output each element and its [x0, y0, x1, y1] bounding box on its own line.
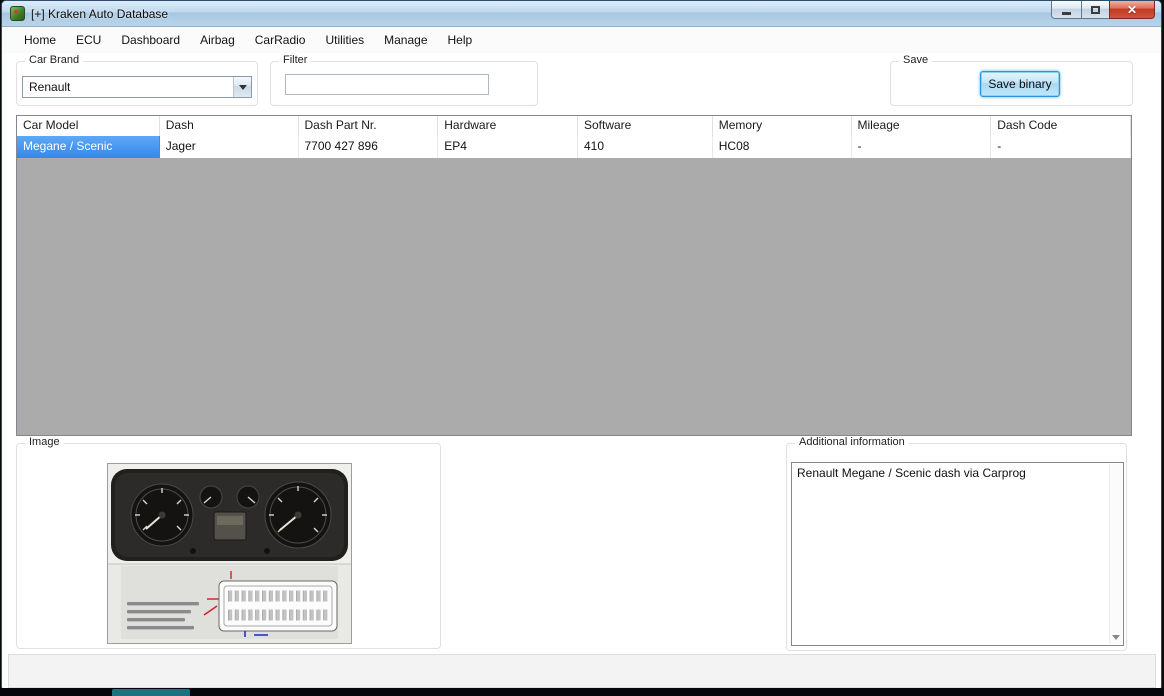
- info-groupbox: Additional information Renault Megane / …: [786, 443, 1127, 651]
- minimize-button[interactable]: [1051, 1, 1081, 19]
- image-label: Image: [25, 436, 64, 448]
- maximize-icon: [1091, 6, 1100, 14]
- column-header-mileage[interactable]: Mileage: [852, 116, 992, 136]
- app-window: [+] Kraken Auto Database ✕ Home ECU Dash…: [1, 0, 1162, 689]
- menu-item-utilities[interactable]: Utilities: [315, 29, 374, 51]
- car-brand-groupbox: Car Brand Renault: [16, 61, 258, 106]
- info-label: Additional information: [795, 436, 909, 448]
- column-header-dash[interactable]: Dash: [160, 116, 299, 136]
- combobox-dropdown-button[interactable]: [233, 77, 251, 97]
- table-header: Car Model Dash Dash Part Nr. Hardware So…: [17, 116, 1131, 136]
- menu-item-home[interactable]: Home: [14, 29, 66, 51]
- cell-software: 410: [578, 136, 713, 158]
- desktop: [+] Kraken Auto Database ✕ Home ECU Dash…: [0, 0, 1164, 696]
- column-header-dash-part-nr[interactable]: Dash Part Nr.: [299, 116, 439, 136]
- window-title: [+] Kraken Auto Database: [31, 7, 168, 21]
- cell-mileage: -: [852, 136, 992, 158]
- filter-input[interactable]: [285, 74, 489, 95]
- scrollbar-down-button[interactable]: [1111, 633, 1120, 642]
- filter-label: Filter: [279, 54, 311, 66]
- menu-item-dashboard[interactable]: Dashboard: [111, 29, 190, 51]
- info-text: Renault Megane / Scenic dash via Carprog: [792, 463, 1123, 484]
- chevron-down-icon: [1112, 635, 1120, 640]
- app-icon: [10, 6, 25, 21]
- dashboard-photo-svg: [107, 463, 352, 644]
- car-brand-value: Renault: [23, 80, 233, 94]
- cell-dash-code: -: [991, 136, 1131, 158]
- info-scrollbar[interactable]: [1109, 464, 1122, 644]
- car-brand-label: Car Brand: [25, 54, 83, 66]
- menu-item-help[interactable]: Help: [438, 29, 483, 51]
- cell-dash: Jager: [160, 136, 299, 158]
- save-groupbox: Save Save binary: [890, 61, 1133, 106]
- dashboard-photo: [107, 463, 352, 644]
- table-row[interactable]: Megane / Scenic Jager 7700 427 896 EP4 4…: [17, 136, 1131, 158]
- window-controls: ✕: [1051, 1, 1155, 19]
- status-bar: [8, 654, 1156, 688]
- column-header-software[interactable]: Software: [578, 116, 713, 136]
- close-button[interactable]: ✕: [1109, 1, 1155, 19]
- info-textbox[interactable]: Renault Megane / Scenic dash via Carprog: [791, 462, 1124, 646]
- cell-hardware: EP4: [438, 136, 578, 158]
- titlebar[interactable]: [+] Kraken Auto Database ✕: [2, 1, 1161, 27]
- chevron-down-icon: [239, 85, 247, 90]
- maximize-button[interactable]: [1081, 1, 1109, 19]
- car-table: Car Model Dash Dash Part Nr. Hardware So…: [16, 115, 1132, 436]
- image-groupbox: Image: [16, 443, 441, 649]
- cell-dash-part-nr: 7700 427 896: [299, 136, 439, 158]
- menu-item-carradio[interactable]: CarRadio: [245, 29, 316, 51]
- menu-item-airbag[interactable]: Airbag: [190, 29, 245, 51]
- close-icon: ✕: [1127, 3, 1137, 17]
- cell-memory: HC08: [713, 136, 852, 158]
- column-header-hardware[interactable]: Hardware: [438, 116, 578, 136]
- menu-item-manage[interactable]: Manage: [374, 29, 437, 51]
- save-binary-button[interactable]: Save binary: [980, 71, 1060, 97]
- car-brand-combobox[interactable]: Renault: [22, 76, 252, 98]
- cell-car-model: Megane / Scenic: [17, 136, 160, 158]
- menu-item-ecu[interactable]: ECU: [66, 29, 111, 51]
- filter-groupbox: Filter: [270, 61, 538, 106]
- taskbar-fragment: [112, 689, 190, 696]
- column-header-car-model[interactable]: Car Model: [17, 116, 160, 136]
- taskbar: [0, 688, 1164, 696]
- client-area: Car Brand Renault Filter Save Save binar…: [2, 53, 1161, 689]
- column-header-memory[interactable]: Memory: [713, 116, 852, 136]
- menubar: Home ECU Dashboard Airbag CarRadio Utili…: [2, 27, 1161, 53]
- minimize-icon: [1062, 12, 1071, 15]
- column-header-dash-code[interactable]: Dash Code: [991, 116, 1131, 136]
- save-label: Save: [899, 54, 932, 66]
